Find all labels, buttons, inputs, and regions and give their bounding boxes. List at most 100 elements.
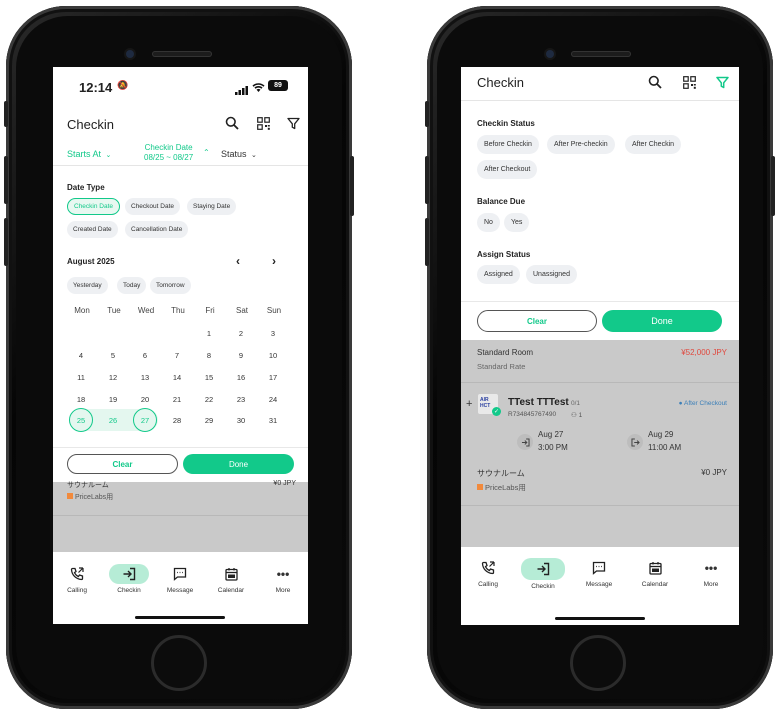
- calendar-day[interactable]: 8: [197, 343, 221, 367]
- tab-calling[interactable]: Calling: [464, 558, 512, 588]
- calendar-day[interactable]: 15: [197, 365, 221, 389]
- calendar-day[interactable]: 16: [229, 365, 253, 389]
- calendar-day[interactable]: 9: [229, 343, 253, 367]
- behind-price: ¥0 JPY: [273, 480, 296, 487]
- tab-bar: Calling Checkin Message Calendar ••• Mor…: [53, 552, 308, 624]
- home-button[interactable]: [570, 635, 626, 691]
- checkin-date-filter[interactable]: Checkin Date 08/25 ~ 08/27: [144, 143, 193, 163]
- calendar-day[interactable]: 25: [69, 408, 93, 432]
- calendar-month: August 2025: [67, 257, 115, 266]
- calendar-day[interactable]: 2: [229, 321, 253, 345]
- chip-yes[interactable]: Yes: [504, 213, 530, 232]
- qr-code-icon[interactable]: [254, 114, 272, 132]
- chip-tomorrow[interactable]: Tomorrow: [150, 277, 191, 294]
- tab-calling-label: Calling: [478, 581, 498, 588]
- tab-checkin[interactable]: Checkin: [519, 558, 567, 590]
- calendar-day[interactable]: 1: [197, 321, 221, 345]
- filter-icon[interactable]: [713, 73, 731, 91]
- calendar-day[interactable]: 4: [69, 343, 93, 367]
- qr-code-icon[interactable]: [680, 73, 698, 91]
- tab-message-label: Message: [166, 587, 194, 594]
- tab-calendar-label: Calendar: [641, 581, 669, 588]
- search-icon[interactable]: [646, 73, 664, 91]
- tab-message[interactable]: Message: [575, 558, 623, 588]
- calendar-day[interactable]: 6: [133, 343, 157, 367]
- calendar-day[interactable]: 17: [261, 365, 285, 389]
- calendar-day[interactable]: 28: [165, 408, 189, 432]
- date-type-label: Date Type: [67, 183, 105, 192]
- status-label: Status: [221, 149, 247, 159]
- checkin-time: 3:00 PM: [538, 443, 568, 452]
- calendar-day[interactable]: 30: [229, 408, 253, 432]
- chip-after-checkin[interactable]: After Checkin: [625, 135, 682, 154]
- tab-more-label: More: [703, 581, 719, 588]
- checkin-date-label: Checkin Date: [144, 143, 193, 152]
- chevron-down-icon: ⌄: [103, 152, 112, 159]
- status-filter[interactable]: Status ⌄: [221, 149, 257, 159]
- calendar-day[interactable]: 11: [69, 365, 93, 389]
- clear-button[interactable]: Clear: [67, 454, 178, 474]
- tab-calendar[interactable]: Calendar: [207, 564, 255, 594]
- chip-cancellation-date[interactable]: Cancellation Date: [125, 221, 189, 238]
- calendar-day[interactable]: 7: [165, 343, 189, 367]
- home-indicator: [135, 616, 225, 619]
- chip-staying-date[interactable]: Staying Date: [187, 198, 237, 215]
- chip-before-checkin[interactable]: Before Checkin: [477, 135, 539, 154]
- tab-checkin-label: Checkin: [117, 587, 141, 594]
- home-button[interactable]: [151, 635, 207, 691]
- chip-checkin-date[interactable]: Checkin Date: [67, 198, 121, 215]
- tab-more[interactable]: ••• More: [259, 564, 307, 594]
- plan-2: PriceLabs用: [477, 482, 526, 493]
- filter-icon[interactable]: [284, 114, 302, 132]
- calendar-day[interactable]: 31: [261, 408, 285, 432]
- calendar-day[interactable]: 12: [101, 365, 125, 389]
- calendar-day[interactable]: 3: [261, 321, 285, 345]
- behind-plan: PriceLabs用: [67, 492, 113, 502]
- chip-today[interactable]: Today: [117, 277, 147, 294]
- phone-call-icon: [468, 558, 508, 578]
- side-button: [425, 156, 429, 204]
- chip-yesterday[interactable]: Yesterday: [67, 277, 108, 294]
- tab-message[interactable]: Message: [156, 564, 204, 594]
- chevron-right-icon[interactable]: ›: [272, 254, 276, 268]
- checkin-arrow-icon: [517, 434, 533, 450]
- tab-calendar[interactable]: Calendar: [631, 558, 679, 588]
- battery-indicator: 89: [268, 80, 288, 91]
- calendar-day[interactable]: 5: [101, 343, 125, 367]
- dimmed-background: サウナルーム ¥0 JPY PriceLabs用: [53, 480, 308, 552]
- starts-at-filter[interactable]: Starts At ⌄: [67, 149, 111, 159]
- calendar-day[interactable]: 29: [197, 408, 221, 432]
- calendar-day[interactable]: 26: [101, 408, 125, 432]
- chip-checkout-date[interactable]: Checkout Date: [125, 198, 180, 215]
- tab-calling[interactable]: Calling: [53, 564, 101, 594]
- chip-after-pre-checkin[interactable]: After Pre-checkin: [547, 135, 615, 154]
- chevron-left-icon[interactable]: ‹: [236, 254, 240, 268]
- dimmed-background: Standard Room ¥52,000 JPY Standard Rate …: [461, 340, 739, 547]
- done-button[interactable]: Done: [183, 454, 294, 474]
- calendar-day[interactable]: 13: [133, 365, 157, 389]
- checkin-date: Aug 27: [538, 430, 564, 439]
- calendar-day[interactable]: 14: [165, 365, 189, 389]
- plan-2-label: PriceLabs用: [485, 483, 526, 492]
- divider: [461, 505, 739, 506]
- guest-name: TTest TTTest: [508, 397, 569, 408]
- calendar-day[interactable]: 27: [133, 408, 157, 432]
- signal-icon: [235, 82, 249, 100]
- tab-more-label: More: [275, 587, 291, 594]
- calendar-day[interactable]: 10: [261, 343, 285, 367]
- login-arrow-icon: [521, 558, 565, 580]
- login-arrow-icon: [109, 564, 149, 584]
- chip-after-checkout[interactable]: After Checkout: [477, 160, 538, 179]
- chip-assigned[interactable]: Assigned: [477, 265, 520, 284]
- expand-plus-icon[interactable]: +: [466, 398, 472, 410]
- search-icon[interactable]: [223, 114, 241, 132]
- tab-checkin[interactable]: Checkin: [105, 564, 153, 594]
- chip-unassigned[interactable]: Unassigned: [526, 265, 577, 284]
- chip-no[interactable]: No: [477, 213, 500, 232]
- mute-bell-icon: 🔕: [117, 80, 129, 90]
- done-button[interactable]: Done: [602, 310, 722, 332]
- side-button: [425, 218, 429, 266]
- chip-created-date[interactable]: Created Date: [67, 221, 118, 238]
- tab-more[interactable]: ••• More: [687, 558, 735, 588]
- clear-button[interactable]: Clear: [477, 310, 597, 332]
